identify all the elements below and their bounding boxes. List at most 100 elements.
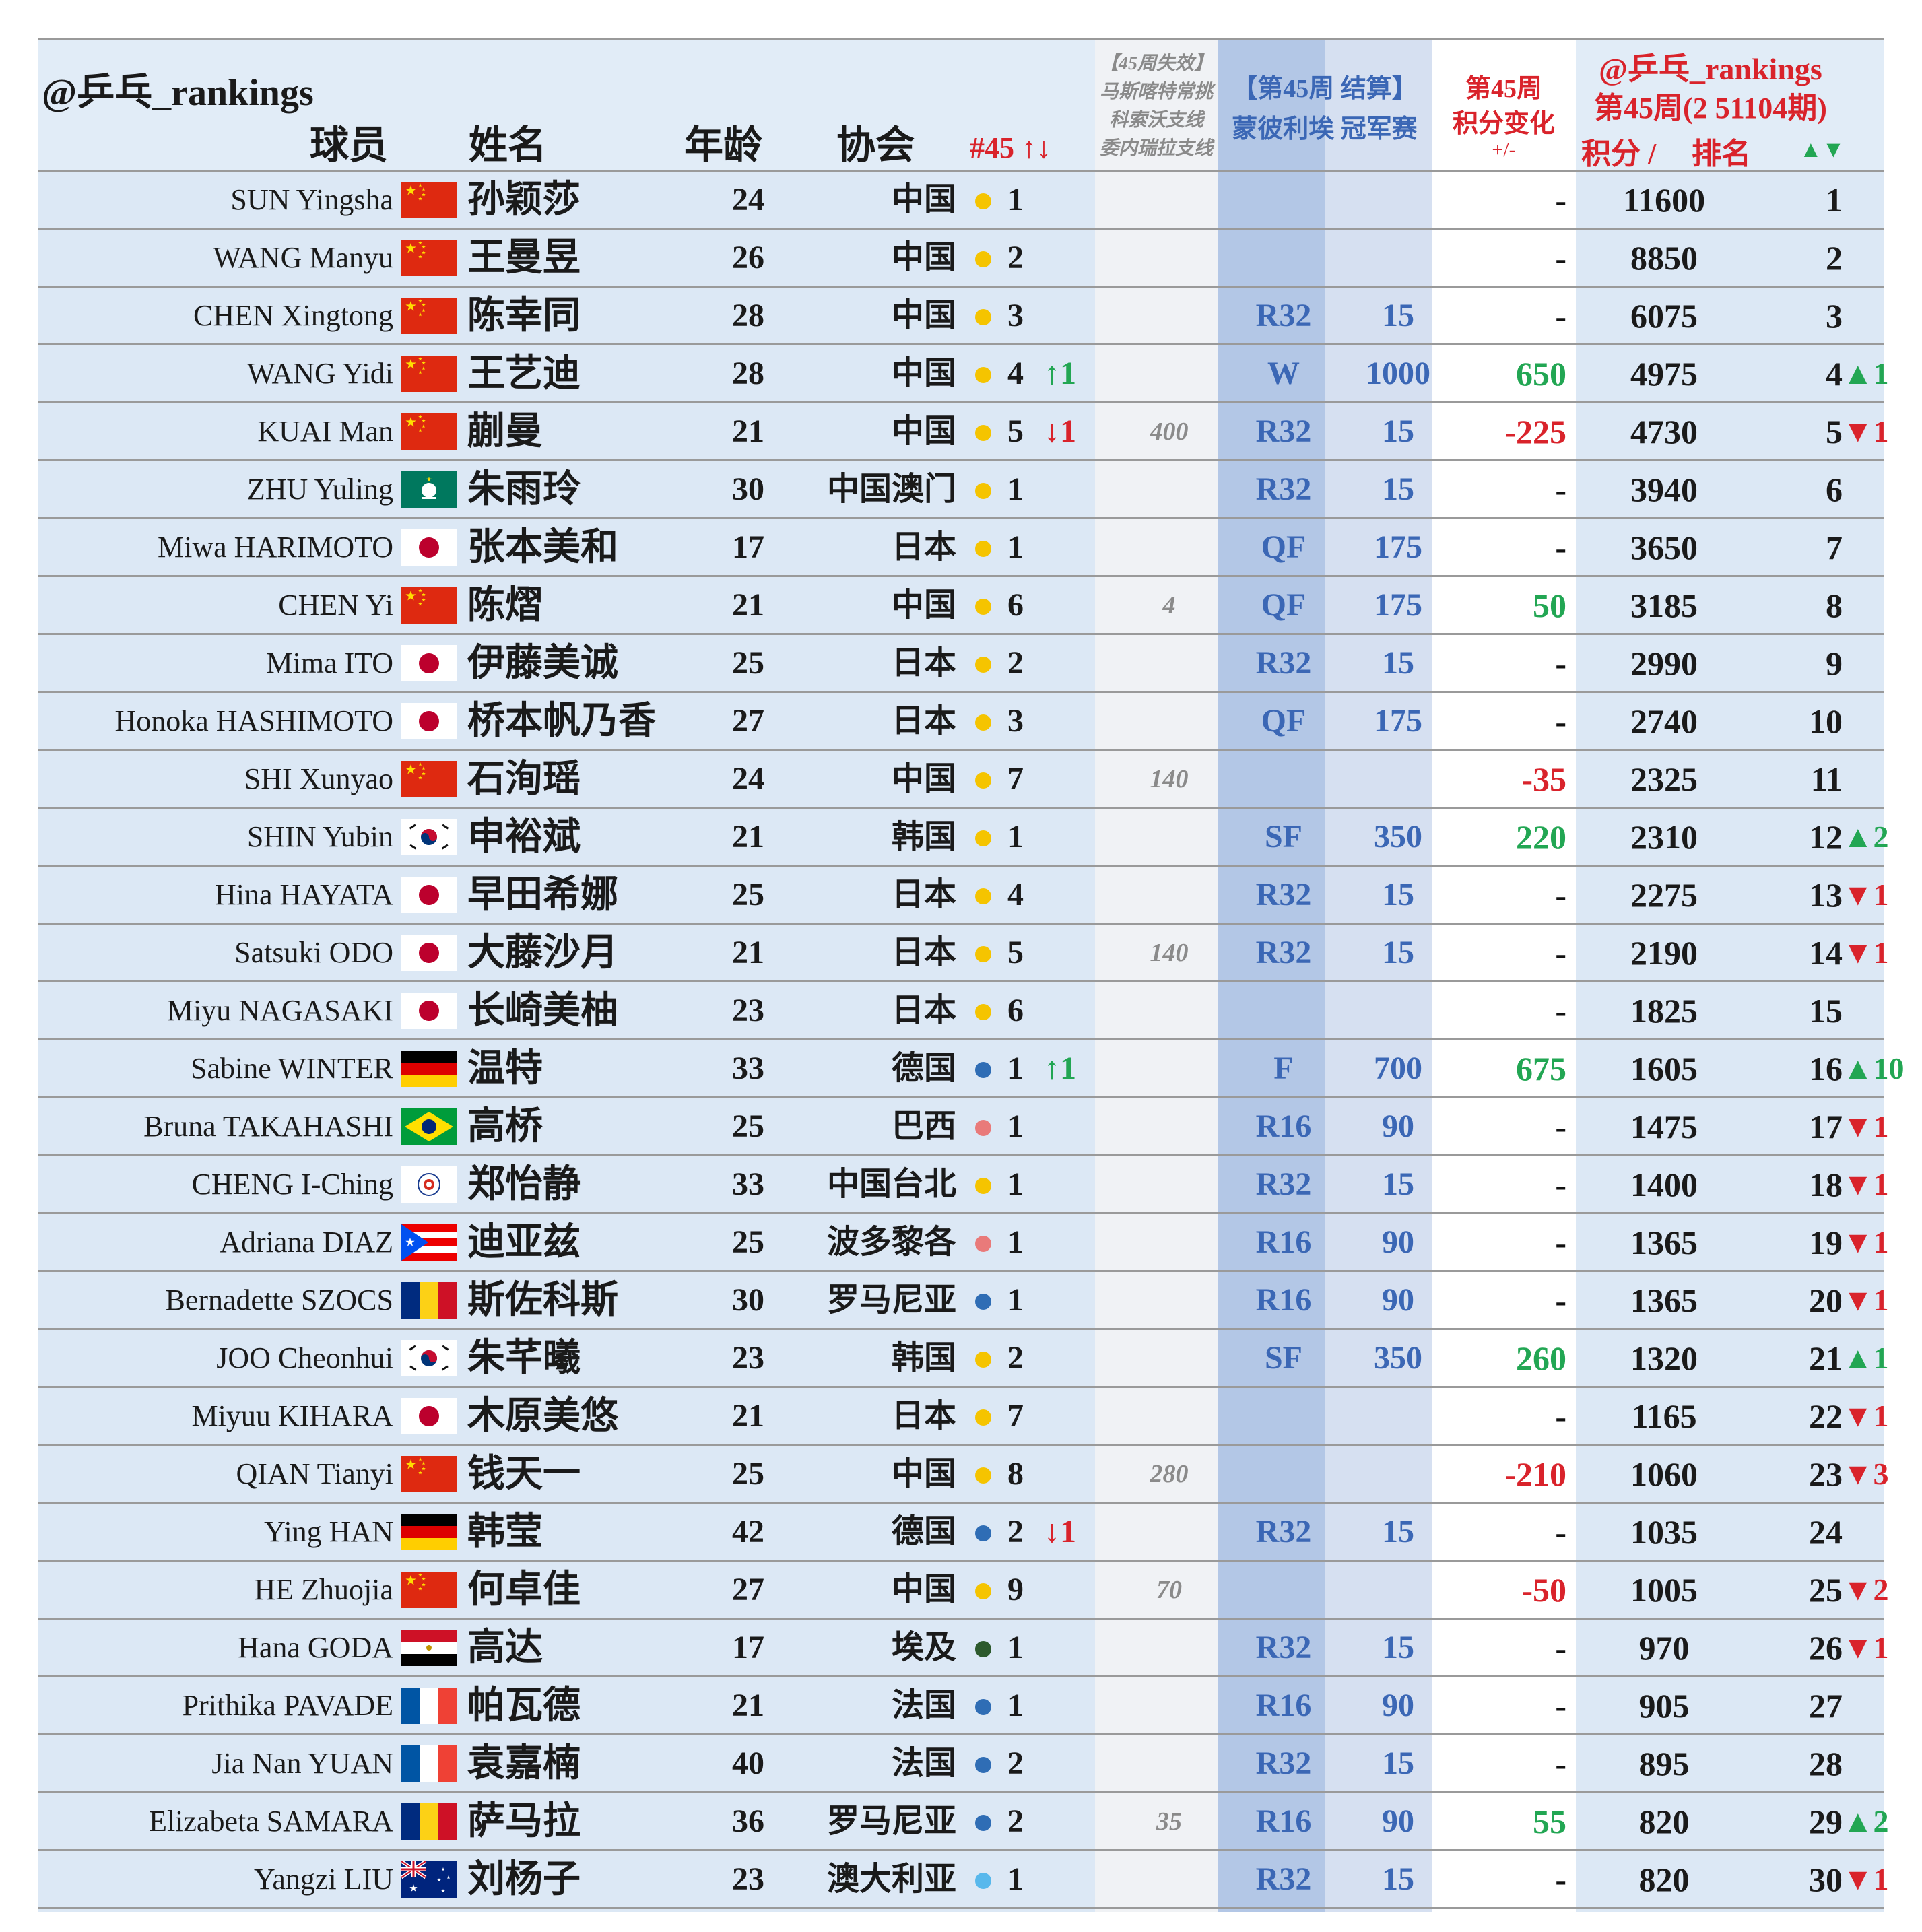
world-rank-change: ▲1: [1843, 1341, 1889, 1375]
player-association: 中国: [891, 356, 956, 391]
table-row: KUAI Man 蒯曼 21 中国 5 ↓1 400 R32 15 -225 4730 5 ▼1: [38, 403, 1888, 461]
points-change: -: [1555, 876, 1566, 914]
points-change: -: [1555, 644, 1566, 682]
player-english-name: Hana GODA: [238, 1631, 393, 1664]
total-points: 905: [1638, 1687, 1690, 1725]
player-chinese-name: 桥本帆乃香: [467, 700, 656, 742]
china-flag-icon: [401, 240, 457, 276]
player-english-name: Miwa HARIMOTO: [158, 531, 393, 564]
table-row: Bruna TAKAHASHI 高桥 25 巴西 1 R16 90-1475 17 ▼1: [38, 1098, 1888, 1156]
player-english-name: JOO Cheonhui: [216, 1341, 393, 1374]
player-age: 21: [732, 935, 764, 970]
table-row: Hana GODA 高达 17 埃及 1 R32 15-970 26 ▼1: [38, 1619, 1888, 1677]
header-expired-3: 科索沃支线: [1108, 110, 1203, 131]
header-week-title: 第45周(2 51104期): [1594, 92, 1827, 125]
total-points: 1365: [1630, 1281, 1698, 1319]
player-english-name: CHEN Xingtong: [193, 299, 393, 332]
world-rank: 20: [1809, 1281, 1843, 1319]
national-rank: 8: [1007, 1456, 1024, 1492]
row-divider: [38, 1907, 1884, 1909]
world-rank: 6: [1826, 471, 1843, 508]
player-age: 25: [732, 1456, 764, 1492]
player-association: 德国: [891, 1051, 956, 1086]
player-english-name: SHI Xunyao: [244, 762, 393, 795]
world-rank-change: ▲2: [1843, 820, 1889, 854]
player-age: 42: [732, 1514, 764, 1550]
australia-flag-icon: [401, 1861, 457, 1898]
national-rank-change: ↑1: [1044, 356, 1076, 391]
header-change-3: +/-: [1492, 139, 1516, 161]
national-rank: 1: [1007, 819, 1024, 855]
national-rank: 6: [1007, 993, 1024, 1028]
player-chinese-name: 大藤沙月: [467, 932, 618, 974]
china-flag-icon: [401, 1456, 457, 1492]
player-chinese-name: 陈熠: [467, 585, 543, 626]
player-association: 中国: [891, 182, 956, 218]
player-chinese-name: 萨马拉: [467, 1801, 581, 1842]
player-chinese-name: 伊藤美诚: [467, 642, 618, 684]
national-rank: 1: [1007, 529, 1024, 565]
player-chinese-name: 长崎美柚: [467, 990, 618, 1032]
header-player: 球员: [310, 123, 389, 167]
world-rank: 3: [1826, 297, 1843, 335]
player-english-name: SHIN Yubin: [246, 820, 393, 853]
player-age: 17: [732, 1630, 764, 1665]
player-association: 法国: [891, 1688, 956, 1723]
points-change: 260: [1516, 1339, 1566, 1377]
japan-flag-icon: [401, 645, 457, 681]
player-english-name: Hina HAYATA: [215, 878, 393, 911]
player-chinese-name: 高桥: [467, 1106, 543, 1147]
table-row: Mima ITO 伊藤美诚 25 日本 2 R32 15-2990 9: [38, 634, 1884, 692]
player-age: 30: [732, 1282, 764, 1318]
player-english-name: Miyu NAGASAKI: [166, 994, 393, 1027]
world-rank: 22: [1809, 1397, 1843, 1435]
table-row: Honoka HASHIMOTO 桥本帆乃香 27 日本 3 QF 175-2740 10: [38, 692, 1884, 750]
national-rank: 2: [1007, 1803, 1024, 1839]
points-change: -: [1555, 181, 1566, 219]
player-english-name: Honoka HASHIMOTO: [114, 704, 393, 737]
world-rank-change: ▲1: [1843, 356, 1889, 391]
player-english-name: Jia Nan YUAN: [211, 1747, 393, 1780]
world-rank-change: ▼1: [1843, 877, 1889, 912]
player-chinese-name: 袁嘉楠: [467, 1743, 581, 1785]
world-rank: 15: [1809, 992, 1843, 1030]
player-association: 中国: [891, 413, 956, 449]
player-chinese-name: 王曼昱: [467, 237, 581, 279]
player-age: 21: [732, 1688, 764, 1723]
total-points: 1605: [1630, 1050, 1698, 1088]
table-row: Sabine WINTER 温特 33 德国 1 ↑1 F 700 675 1605 16 ▲10: [38, 1040, 1904, 1098]
player-chinese-name: 温特: [467, 1048, 543, 1090]
macau-flag-icon: [401, 471, 457, 508]
table-row: JOO Cheonhui 朱芊曦 23 韩国 2 SF 350 260 1320 21 ▲1: [38, 1329, 1888, 1387]
player-chinese-name: 钱天一: [467, 1453, 581, 1495]
national-rank: 1: [1007, 1108, 1024, 1144]
points-change: -210: [1504, 1455, 1566, 1493]
world-rank: 9: [1826, 644, 1843, 682]
player-english-name: WANG Manyu: [213, 241, 393, 274]
table-row: SHI Xunyao 石洵瑶 24 中国 7 140 -35 2325 11: [38, 750, 1884, 808]
total-points: 2190: [1630, 934, 1698, 972]
total-points: 2740: [1630, 702, 1698, 740]
total-points: 4975: [1630, 355, 1698, 393]
points-change: 650: [1516, 355, 1566, 393]
player-age: 33: [732, 1166, 764, 1202]
watermark-right: @乒乓_rankings: [1599, 52, 1822, 86]
player-english-name: Elizabeta SAMARA: [149, 1805, 393, 1838]
player-english-name: Yangzi LIU: [254, 1863, 393, 1896]
player-association: 中国: [891, 1572, 956, 1607]
national-rank: 2: [1007, 1745, 1024, 1781]
player-english-name: CHEN Yi: [278, 589, 393, 622]
table-row: Hina HAYATA 早田希娜 25 日本 4 R32 15-2275 13 ▼1: [38, 866, 1889, 924]
world-rank: 27: [1809, 1687, 1843, 1725]
total-points: 1035: [1630, 1513, 1698, 1551]
world-rank: 25: [1809, 1571, 1843, 1609]
total-points: 2275: [1630, 876, 1698, 914]
points-change: -: [1555, 1687, 1566, 1725]
world-rank: 16: [1809, 1050, 1843, 1088]
table-row: Elizabeta SAMARA 萨马拉 36 罗马尼亚 2 35 R16 90 55 820 29…: [38, 1793, 1888, 1851]
france-flag-icon: [401, 1745, 457, 1782]
total-points: 1005: [1630, 1571, 1698, 1609]
national-rank: 4: [1007, 877, 1024, 912]
header-national-rank: #45 ↑↓: [970, 131, 1051, 164]
national-rank: 1: [1007, 471, 1024, 507]
